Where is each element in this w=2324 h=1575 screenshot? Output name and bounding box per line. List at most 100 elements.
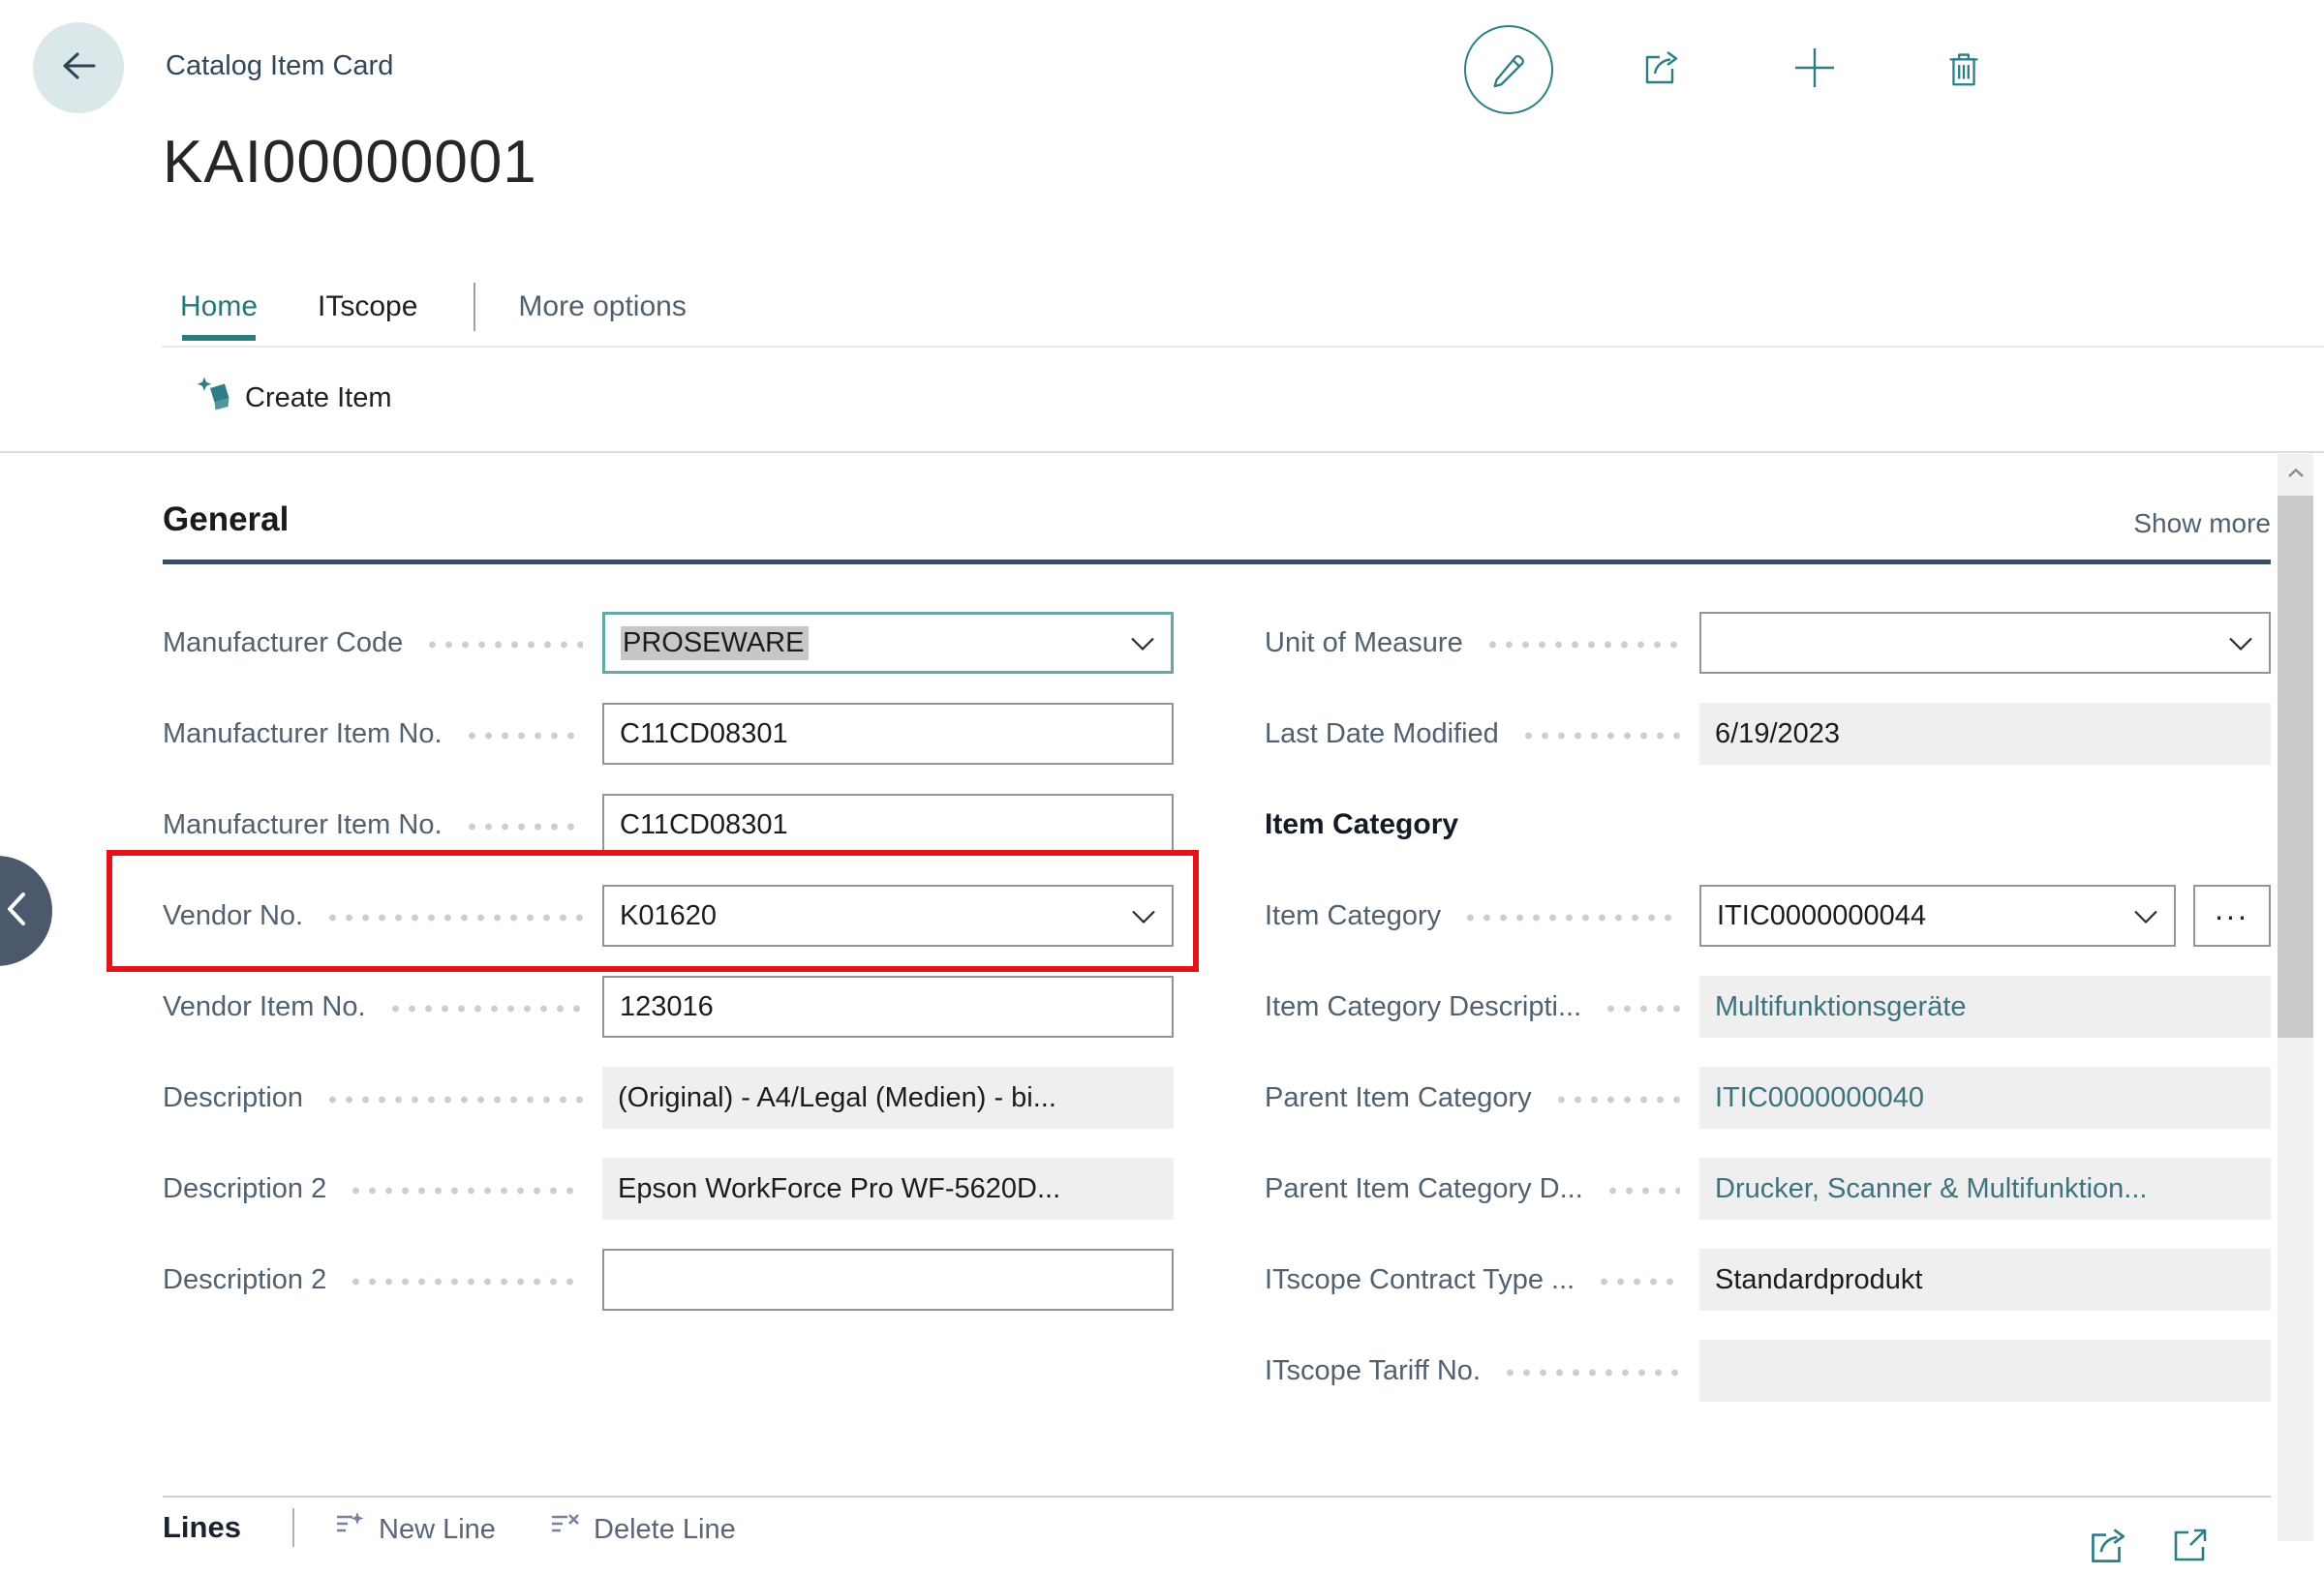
dot-leader	[1553, 1096, 1680, 1104]
general-section-rule	[163, 560, 2271, 564]
chevron-down-icon[interactable]	[1130, 627, 1155, 659]
field-label: Manufacturer Item No.	[163, 809, 443, 841]
description-2b-input[interactable]	[602, 1249, 1174, 1311]
tab-itscope[interactable]: ITscope	[318, 290, 417, 323]
ribbon-tabs: Home ITscope More options	[180, 283, 687, 331]
itscope-contract-type-value: Standardprodukt	[1715, 1264, 1922, 1296]
open-in-new-window-icon	[2167, 1556, 2214, 1572]
dot-leader	[1603, 1005, 1680, 1013]
share-button[interactable]	[1636, 46, 1683, 93]
dot-leader	[1502, 1369, 1680, 1377]
chevron-down-icon[interactable]	[2228, 627, 2253, 659]
lines-divider	[292, 1508, 294, 1547]
field-manufacturer-code: Manufacturer Code PROSEWARE	[163, 597, 1174, 688]
chevron-left-icon	[0, 889, 12, 934]
manufacturer-code-value: PROSEWARE	[621, 626, 809, 660]
share-icon	[1636, 45, 1683, 96]
dot-leader	[1462, 914, 1680, 922]
field-description-2b: Description 2	[163, 1234, 1174, 1325]
scrollbar-thumb[interactable]	[2278, 496, 2313, 1038]
scrollbar-up-button[interactable]	[2278, 454, 2313, 495]
ellipsis-icon: ...	[2215, 899, 2249, 919]
edit-button[interactable]	[1464, 25, 1553, 114]
dot-leader	[324, 914, 583, 922]
unit-of-measure-dropdown[interactable]	[1699, 612, 2271, 674]
new-record-button[interactable]	[1791, 46, 1838, 93]
tab-more-options[interactable]: More options	[518, 290, 686, 323]
field-item-category: Item Category ITIC0000000044 ...	[1265, 870, 2271, 961]
field-label: Parent Item Category D...	[1265, 1173, 1583, 1205]
field-label: Unit of Measure	[1265, 627, 1463, 659]
field-vendor-no: Vendor No. K01620	[163, 870, 1174, 961]
general-section-title: General	[163, 500, 289, 539]
item-category-dropdown[interactable]: ITIC0000000044	[1699, 885, 2176, 947]
vendor-no-dropdown[interactable]: K01620	[602, 885, 1174, 947]
dot-leader	[324, 1096, 583, 1104]
item-category-value: ITIC0000000044	[1717, 900, 1926, 932]
field-label: Description 2	[163, 1264, 326, 1296]
record-title: KAI00000001	[163, 128, 537, 197]
dot-leader	[1484, 641, 1680, 649]
manufacturer-item-no-input-2[interactable]	[602, 794, 1174, 856]
share-lines-icon	[2082, 1558, 2130, 1574]
itscope-tariff-no-readonly-field	[1699, 1340, 2271, 1402]
field-label: Item Category	[1265, 900, 1441, 932]
field-manufacturer-item-no-1: Manufacturer Item No.	[163, 688, 1174, 779]
general-left-column: Manufacturer Code PROSEWARE Manufacturer…	[163, 597, 1174, 1325]
create-item-icon	[195, 376, 231, 420]
field-vendor-item-no: Vendor Item No.	[163, 961, 1174, 1052]
description-value: (Original) - A4/Legal (Medien) - bi...	[618, 1082, 1056, 1114]
chevron-down-icon[interactable]	[1131, 900, 1156, 932]
field-item-category-description: Item Category Descripti... Multifunktion…	[1265, 961, 2271, 1052]
open-in-new-window-button[interactable]	[2167, 1522, 2214, 1573]
actionbar-rule	[0, 451, 2324, 453]
field-itscope-tariff-no: ITscope Tariff No.	[1265, 1325, 2271, 1416]
field-label: Manufacturer Item No.	[163, 718, 443, 750]
delete-button[interactable]	[1941, 46, 1987, 93]
dot-leader	[1596, 1278, 1680, 1286]
dot-leader	[464, 823, 584, 831]
field-parent-item-category-description: Parent Item Category D... Drucker, Scann…	[1265, 1143, 2271, 1234]
show-more-link[interactable]: Show more	[2133, 508, 2271, 539]
chevron-down-icon[interactable]	[2133, 900, 2158, 932]
parent-item-category-description-readonly-field: Drucker, Scanner & Multifunktion...	[1699, 1158, 2271, 1220]
new-line-button[interactable]: New Line	[332, 1508, 496, 1551]
dot-leader	[348, 1187, 583, 1195]
dot-leader	[348, 1278, 583, 1286]
item-category-assist-edit-button[interactable]: ...	[2193, 885, 2271, 947]
lines-share-button[interactable]	[2082, 1522, 2130, 1575]
description-2-value: Epson WorkForce Pro WF-5620D...	[618, 1173, 1060, 1205]
delete-line-button[interactable]: Delete Line	[547, 1508, 736, 1551]
field-label: ITscope Contract Type ...	[1265, 1264, 1575, 1296]
new-line-icon	[332, 1508, 367, 1551]
last-date-modified-value: 6/19/2023	[1715, 718, 1840, 750]
field-description-2: Description 2 Epson WorkForce Pro WF-562…	[163, 1143, 1174, 1234]
dot-leader	[1605, 1187, 1680, 1195]
field-itscope-contract-type: ITscope Contract Type ... Standardproduk…	[1265, 1234, 2271, 1325]
parent-item-category-description-value: Drucker, Scanner & Multifunktion...	[1715, 1173, 2147, 1205]
dot-leader	[424, 641, 583, 649]
dot-leader	[387, 1005, 583, 1013]
manufacturer-code-dropdown[interactable]: PROSEWARE	[602, 612, 1174, 674]
parent-item-category-readonly-field: ITIC0000000040	[1699, 1067, 2271, 1129]
description-readonly-field: (Original) - A4/Legal (Medien) - bi...	[602, 1067, 1174, 1129]
field-label: Description	[163, 1082, 303, 1114]
back-button[interactable]	[33, 22, 124, 113]
collapse-panel-button[interactable]	[0, 856, 52, 966]
dot-leader	[1520, 732, 1680, 740]
plus-icon	[1791, 45, 1838, 96]
vendor-no-value: K01620	[620, 900, 717, 932]
field-parent-item-category: Parent Item Category ITIC0000000040	[1265, 1052, 2271, 1143]
field-description: Description (Original) - A4/Legal (Medie…	[163, 1052, 1174, 1143]
field-label: ITscope Tariff No.	[1265, 1355, 1481, 1387]
tab-home[interactable]: Home	[180, 290, 258, 323]
tabs-rule	[162, 346, 2324, 348]
item-category-description-value: Multifunktionsgeräte	[1715, 991, 1967, 1023]
general-right-column: Unit of Measure Last Date Modified 6/19/…	[1265, 597, 2271, 1416]
create-item-label: Create Item	[245, 382, 392, 414]
manufacturer-item-no-input-1[interactable]	[602, 703, 1174, 765]
field-label: Description 2	[163, 1173, 326, 1205]
trash-icon	[1942, 45, 1986, 95]
vendor-item-no-input[interactable]	[602, 976, 1174, 1038]
create-item-button[interactable]: Create Item	[195, 376, 392, 420]
